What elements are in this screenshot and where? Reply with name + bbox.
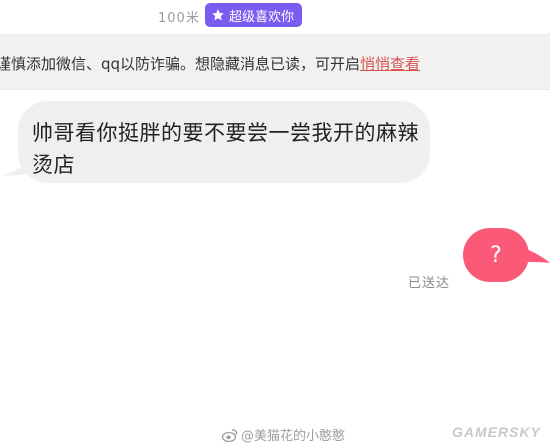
outgoing-message-bubble[interactable]: ?	[463, 228, 529, 282]
gamersky-watermark: GAMERSKY	[452, 424, 541, 440]
delivery-status: 已送达	[408, 276, 451, 291]
weibo-icon	[222, 428, 238, 442]
safety-notice-bar: 谨慎添加微信、qq以防诈骗。想隐藏消息已读，可开启悄悄查看	[0, 34, 550, 90]
watermark-account: @美猫花的小憨憨	[241, 429, 346, 444]
incoming-message-bubble[interactable]: 帅哥看你挺胖的要不要尝一尝我开的麻辣烫店	[18, 101, 430, 183]
secret-view-link[interactable]: 悄悄查看	[360, 55, 420, 73]
super-like-badge[interactable]: 超级喜欢你	[205, 3, 303, 27]
notice-message: 谨慎添加微信、qq以防诈骗。想隐藏消息已读，可开启	[0, 55, 361, 73]
weibo-watermark: @美猫花的小憨憨	[222, 425, 345, 444]
incoming-message-text: 帅哥看你挺胖的要不要尝一尝我开的麻辣烫店	[32, 121, 419, 177]
star-icon	[212, 9, 224, 21]
profile-header: 100米 超级喜欢你	[0, 0, 550, 34]
super-like-label: 超级喜欢你	[229, 9, 295, 25]
safety-notice-text: 谨慎添加微信、qq以防诈骗。想隐藏消息已读，可开启悄悄查看	[0, 53, 420, 74]
distance-label: 100米	[158, 11, 200, 26]
outgoing-message-text: ?	[490, 242, 502, 268]
